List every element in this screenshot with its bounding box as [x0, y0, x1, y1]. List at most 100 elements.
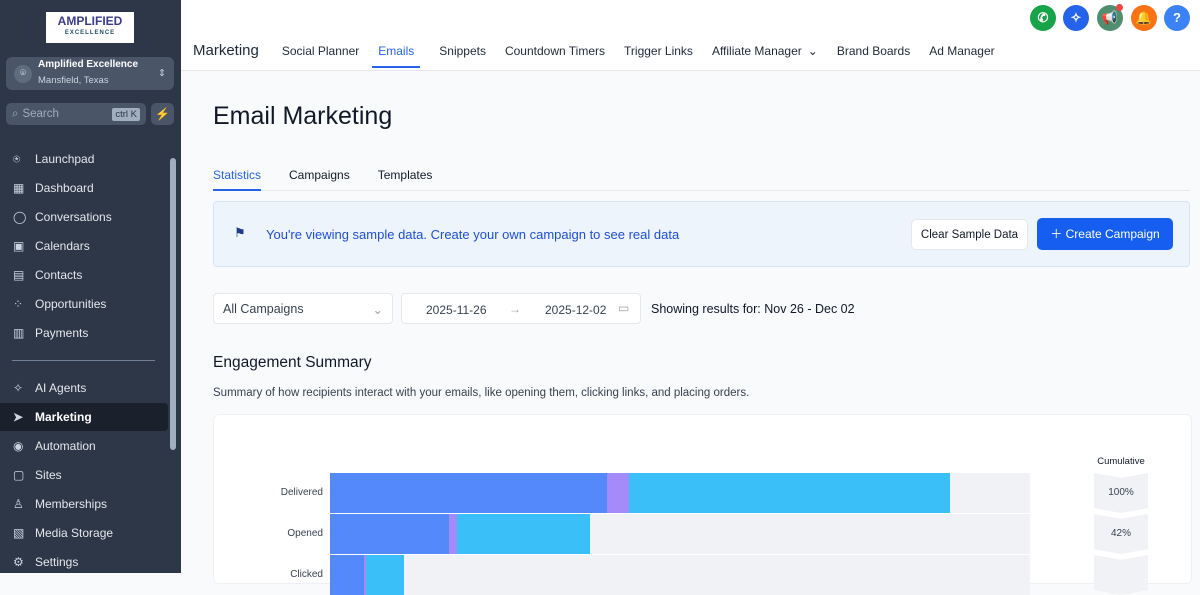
sidebar-item-marketing[interactable]: ➤ Marketing [0, 403, 168, 431]
sidebar-item-launchpad[interactable]: ⍟ Launchpad [0, 145, 168, 173]
automation-icon: ◉ [13, 439, 24, 453]
top-bar: Marketing Social Planner Emails Snippets Cou… [181, 0, 1200, 71]
sidebar-item-label: Launchpad [35, 152, 95, 166]
phone-icon[interactable]: ✆ [1030, 5, 1056, 31]
quick-action-button[interactable]: ⚡ [151, 103, 174, 125]
tab-countdown-timers[interactable]: Countdown Timers [505, 42, 605, 68]
arrow-right-icon: → [509, 302, 521, 316]
sidebar-item-label: Opportunities [35, 297, 107, 311]
notification-dot [1116, 4, 1123, 11]
sidebar-item-opportunities[interactable]: ⁘ Opportunities [0, 290, 168, 318]
contacts-icon: ▤ [13, 268, 25, 282]
bar-row-clicked [330, 555, 1030, 595]
account-switcher[interactable]: ⌾ Amplified Excellence Mansfield, Texas ⇕ [6, 57, 174, 90]
campaign-select[interactable]: All Campaigns ⌄ [213, 293, 393, 324]
sidebar-item-payments[interactable]: ▥ Payments [0, 319, 168, 347]
search-icon: ⌕ [12, 107, 19, 120]
page-title: Email Marketing [213, 102, 393, 130]
rocket-icon: ⍟ [13, 151, 21, 166]
sidebar-item-settings[interactable]: ⚙ Settings [0, 548, 168, 576]
bar-segment-segment-1[interactable] [330, 555, 365, 595]
tab-trigger-links[interactable]: Trigger Links [624, 42, 693, 68]
logo: AMPLIFIED EXCELLENCE [46, 12, 134, 43]
bar-segment-segment-2[interactable] [449, 514, 457, 554]
sidebar-item-label: Conversations [35, 210, 112, 224]
sidebar-item-label: Settings [35, 555, 79, 569]
bar-segment-segment-1[interactable] [330, 473, 608, 513]
divider [12, 360, 155, 361]
chevron-updown-icon: ⇕ [158, 68, 166, 79]
shortcut-badge: ctrl K [112, 107, 140, 121]
tab-affiliate-manager[interactable]: Affiliate Manager [712, 42, 802, 68]
help-icon[interactable]: ? [1164, 5, 1190, 31]
sites-icon: ▢ [13, 468, 25, 482]
sample-data-banner: ⚑ You're viewing sample data. Create you… [213, 201, 1190, 267]
sparkle-icon: ✧ [13, 381, 24, 395]
bar-row-delivered [330, 473, 1030, 513]
account-name: Amplified Excellence [38, 59, 139, 70]
section-description: Summary of how recipients interact with … [213, 387, 750, 399]
bar-segment-segment-1[interactable] [330, 514, 449, 554]
bar-label: Delivered [280, 487, 323, 498]
subtab-statistics[interactable]: Statistics [213, 166, 262, 191]
bar-row-opened [330, 514, 1030, 554]
tab-brand-boards[interactable]: Brand Boards [837, 42, 910, 68]
opportunities-icon: ⁘ [13, 297, 24, 311]
grid-icon: ▦ [13, 181, 25, 195]
search-placeholder: Search [22, 108, 59, 120]
subtab-campaigns[interactable]: Campaigns [289, 166, 350, 190]
cumulative-value [1094, 555, 1148, 595]
media-icon: ▧ [13, 526, 25, 540]
bar-segment-segment-3[interactable] [628, 473, 951, 513]
sidebar-item-label: Payments [35, 326, 89, 340]
sidebar-item-label: Dashboard [35, 181, 94, 195]
date-start: 2025-11-26 [426, 303, 487, 317]
flag-icon: ⚑ [234, 225, 246, 240]
bar-label: Opened [287, 528, 323, 539]
cumulative-label: Cumulative [1097, 456, 1145, 467]
bar-segment-segment-3[interactable] [366, 555, 405, 595]
scrollbar[interactable] [170, 158, 176, 450]
campaign-select-value: All Campaigns [223, 302, 304, 316]
account-location: Mansfield, Texas [38, 75, 109, 86]
payments-icon: ▥ [13, 326, 25, 340]
bar-segment-segment-2[interactable] [607, 473, 629, 513]
sidebar-item-label: Marketing [35, 410, 92, 424]
chat-icon: ◯ [13, 210, 27, 224]
tab-emails[interactable]: Emails [372, 42, 421, 68]
subtab-templates[interactable]: Templates [378, 166, 433, 190]
sidebar-item-media-storage[interactable]: ▧ Media Storage [0, 519, 168, 547]
bar-label: Clicked [290, 569, 323, 580]
bar-segment-segment-3[interactable] [456, 514, 590, 554]
send-icon: ➤ [13, 410, 24, 424]
date-end: 2025-12-02 [545, 303, 607, 317]
bell-icon[interactable]: 🔔 [1131, 5, 1157, 31]
sidebar-item-label: AI Agents [35, 381, 87, 395]
sparkle-icon[interactable]: ✧ [1063, 5, 1089, 31]
cumulative-value: 100% [1094, 473, 1148, 513]
sidebar-item-memberships[interactable]: ♙ Memberships [0, 490, 168, 518]
search-input[interactable]: ⌕ Search ctrl K [6, 103, 146, 125]
clear-sample-data-button[interactable]: Clear Sample Data [911, 219, 1028, 250]
sidebar-item-conversations[interactable]: ◯ Conversations [0, 203, 168, 231]
sidebar-item-contacts[interactable]: ▤ Contacts [0, 261, 168, 289]
calendar-icon: ▣ [13, 239, 25, 253]
sidebar-item-calendars[interactable]: ▣ Calendars [0, 232, 168, 260]
sidebar-item-label: Sites [35, 468, 62, 482]
sidebar-item-ai-agents[interactable]: ✧ AI Agents [0, 374, 168, 402]
sidebar-item-dashboard[interactable]: ▦ Dashboard [0, 174, 168, 202]
tab-social-planner[interactable]: Social Planner [282, 42, 359, 68]
sidebar-item-sites[interactable]: ▢ Sites [0, 461, 168, 489]
sidebar-item-automation[interactable]: ◉ Automation [0, 432, 168, 460]
results-text: Showing results for: Nov 26 - Dec 02 [651, 302, 855, 316]
tab-snippets[interactable]: Snippets [439, 42, 486, 68]
date-range-picker[interactable]: 2025-11-26 → 2025-12-02 ▭ [401, 293, 641, 324]
section-heading: Engagement Summary [213, 354, 372, 371]
create-campaign-button[interactable]: ＋ Create Campaign [1037, 218, 1173, 250]
sidebar-item-label: Automation [35, 439, 96, 453]
chevron-down-icon: ⌄ [807, 43, 818, 58]
cumulative-value: 42% [1094, 514, 1148, 554]
banner-text: You're viewing sample data. Create your … [266, 227, 680, 242]
tab-ad-manager[interactable]: Ad Manager [929, 42, 994, 68]
sidebar-item-label: Media Storage [35, 526, 114, 540]
